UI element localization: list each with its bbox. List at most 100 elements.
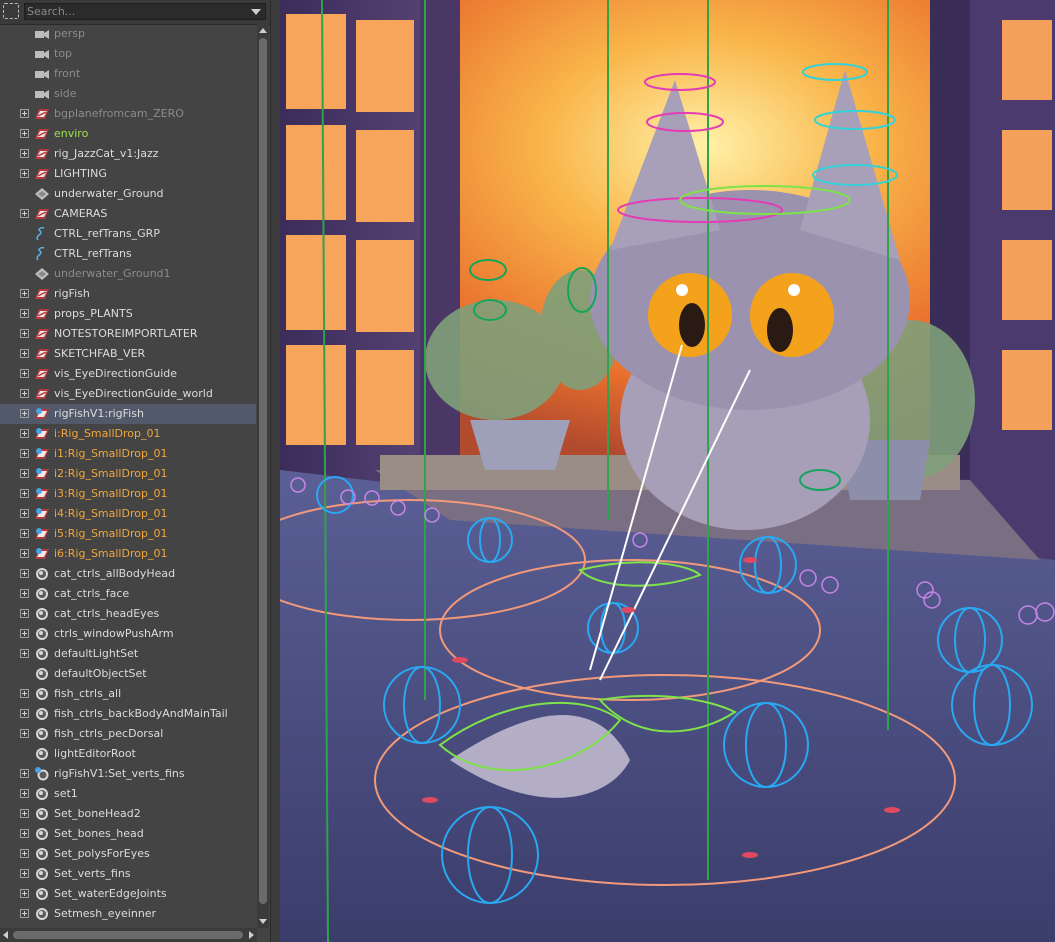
expand-icon[interactable] bbox=[20, 329, 29, 338]
viewport-scene[interactable] bbox=[280, 0, 1055, 942]
expand-icon[interactable] bbox=[20, 489, 29, 498]
expand-icon[interactable] bbox=[20, 589, 29, 598]
expand-icon[interactable] bbox=[20, 849, 29, 858]
outliner-item[interactable]: fish_ctrls_all bbox=[0, 684, 256, 704]
outliner-item[interactable]: SKETCHFAB_VER bbox=[0, 344, 256, 364]
outliner-item[interactable]: top bbox=[0, 44, 256, 64]
expand-icon[interactable] bbox=[20, 509, 29, 518]
vertical-scrollbar-thumb[interactable] bbox=[259, 38, 267, 904]
expand-icon[interactable] bbox=[20, 149, 29, 158]
expand-icon[interactable] bbox=[20, 109, 29, 118]
mesh-icon bbox=[34, 187, 50, 201]
outliner-item[interactable]: props_PLANTS bbox=[0, 304, 256, 324]
outliner-item[interactable]: vis_EyeDirectionGuide bbox=[0, 364, 256, 384]
outliner-item[interactable]: rigFish bbox=[0, 284, 256, 304]
outliner-item[interactable]: i3:Rig_SmallDrop_01 bbox=[0, 484, 256, 504]
scroll-up-icon[interactable] bbox=[259, 28, 267, 33]
vertical-scrollbar[interactable] bbox=[257, 24, 269, 928]
expand-icon[interactable] bbox=[20, 209, 29, 218]
outliner-item[interactable]: defaultObjectSet bbox=[0, 664, 256, 684]
scroll-left-icon[interactable] bbox=[3, 931, 8, 939]
expand-icon[interactable] bbox=[20, 709, 29, 718]
scroll-right-icon[interactable] bbox=[249, 931, 254, 939]
outliner-item[interactable]: enviro bbox=[0, 124, 256, 144]
outliner-item[interactable]: front bbox=[0, 64, 256, 84]
outliner-item[interactable]: underwater_Ground bbox=[0, 184, 256, 204]
expand-icon[interactable] bbox=[20, 869, 29, 878]
expand-icon[interactable] bbox=[20, 609, 29, 618]
outliner-item[interactable]: Setmesh_eyeinner bbox=[0, 904, 256, 924]
outliner-item[interactable]: rigFishV1:Set_verts_fins bbox=[0, 764, 256, 784]
outliner-item[interactable]: cat_ctrls_headEyes bbox=[0, 604, 256, 624]
outliner-item[interactable]: bgplanefromcam_ZERO bbox=[0, 104, 256, 124]
expand-icon[interactable] bbox=[20, 829, 29, 838]
expand-icon[interactable] bbox=[20, 369, 29, 378]
expand-icon[interactable] bbox=[20, 629, 29, 638]
expand-icon[interactable] bbox=[20, 769, 29, 778]
outliner-item[interactable]: Set_polysForEyes bbox=[0, 844, 256, 864]
expand-icon[interactable] bbox=[20, 349, 29, 358]
outliner-item[interactable]: i6:Rig_SmallDrop_01 bbox=[0, 544, 256, 564]
expand-icon[interactable] bbox=[20, 569, 29, 578]
outliner-item[interactable]: fish_ctrls_pecDorsal bbox=[0, 724, 256, 744]
outliner-item[interactable]: i:Rig_SmallDrop_01 bbox=[0, 424, 256, 444]
expand-icon[interactable] bbox=[20, 729, 29, 738]
outliner-item[interactable]: rig_JazzCat_v1:Jazz bbox=[0, 144, 256, 164]
expand-icon[interactable] bbox=[20, 169, 29, 178]
outliner-item[interactable]: underwater_Ground1 bbox=[0, 264, 256, 284]
outliner-item[interactable]: ctrls_windowPushArm bbox=[0, 624, 256, 644]
expand-icon[interactable] bbox=[20, 289, 29, 298]
outliner-item[interactable]: set1 bbox=[0, 784, 256, 804]
outliner-item-label: ctrls_windowPushArm bbox=[54, 627, 174, 640]
expand-icon[interactable] bbox=[20, 689, 29, 698]
outliner-item[interactable]: lightEditorRoot bbox=[0, 744, 256, 764]
expand-icon[interactable] bbox=[20, 469, 29, 478]
horizontal-scrollbar-thumb[interactable] bbox=[13, 931, 243, 939]
outliner-item[interactable]: cat_ctrls_allBodyHead bbox=[0, 564, 256, 584]
3d-viewport[interactable] bbox=[280, 0, 1055, 942]
search-box[interactable] bbox=[24, 3, 266, 20]
outliner-item[interactable]: vis_EyeDirectionGuide_world bbox=[0, 384, 256, 404]
outliner-item[interactable]: Set_waterEdgeJoints bbox=[0, 884, 256, 904]
outliner-item[interactable]: rigFishV1:rigFish bbox=[0, 404, 256, 424]
outliner-item[interactable]: CTRL_refTrans_GRP bbox=[0, 224, 256, 244]
expand-icon[interactable] bbox=[20, 309, 29, 318]
outliner-item[interactable]: NOTESTOREIMPORTLATER bbox=[0, 324, 256, 344]
group-icon bbox=[34, 347, 50, 361]
outliner-item[interactable]: persp bbox=[0, 24, 256, 44]
outliner-item-label: rig_JazzCat_v1:Jazz bbox=[54, 147, 159, 160]
outliner-item[interactable]: Set_bones_head bbox=[0, 824, 256, 844]
outliner-item[interactable]: defaultLightSet bbox=[0, 644, 256, 664]
expand-icon[interactable] bbox=[20, 889, 29, 898]
expand-icon[interactable] bbox=[20, 549, 29, 558]
expand-icon[interactable] bbox=[20, 809, 29, 818]
expand-icon[interactable] bbox=[20, 389, 29, 398]
horizontal-scrollbar[interactable] bbox=[0, 928, 257, 942]
outliner-item[interactable]: CTRL_refTrans bbox=[0, 244, 256, 264]
filter-icon[interactable] bbox=[3, 3, 19, 19]
outliner-item-label: front bbox=[54, 67, 81, 80]
outliner-item[interactable]: cat_ctrls_face bbox=[0, 584, 256, 604]
outliner-item[interactable]: Set_verts_fins bbox=[0, 864, 256, 884]
outliner-item[interactable]: side bbox=[0, 84, 256, 104]
expand-icon[interactable] bbox=[20, 909, 29, 918]
expand-icon[interactable] bbox=[20, 449, 29, 458]
search-input[interactable] bbox=[27, 4, 242, 19]
expand-icon[interactable] bbox=[20, 649, 29, 658]
outliner-item[interactable]: Set_boneHead2 bbox=[0, 804, 256, 824]
expand-icon[interactable] bbox=[20, 789, 29, 798]
expand-icon[interactable] bbox=[20, 529, 29, 538]
outliner-item[interactable]: i2:Rig_SmallDrop_01 bbox=[0, 464, 256, 484]
outliner-item[interactable]: i1:Rig_SmallDrop_01 bbox=[0, 444, 256, 464]
outliner-item-label: fish_ctrls_backBodyAndMainTail bbox=[54, 707, 228, 720]
outliner-item[interactable]: LIGHTING bbox=[0, 164, 256, 184]
search-dropdown-arrow-icon[interactable] bbox=[251, 9, 261, 15]
scroll-down-icon[interactable] bbox=[259, 919, 267, 924]
outliner-item[interactable]: i4:Rig_SmallDrop_01 bbox=[0, 504, 256, 524]
expand-icon[interactable] bbox=[20, 129, 29, 138]
outliner-item[interactable]: CAMERAS bbox=[0, 204, 256, 224]
outliner-item[interactable]: i5:Rig_SmallDrop_01 bbox=[0, 524, 256, 544]
expand-icon[interactable] bbox=[20, 409, 29, 418]
expand-icon[interactable] bbox=[20, 429, 29, 438]
outliner-item[interactable]: fish_ctrls_backBodyAndMainTail bbox=[0, 704, 256, 724]
